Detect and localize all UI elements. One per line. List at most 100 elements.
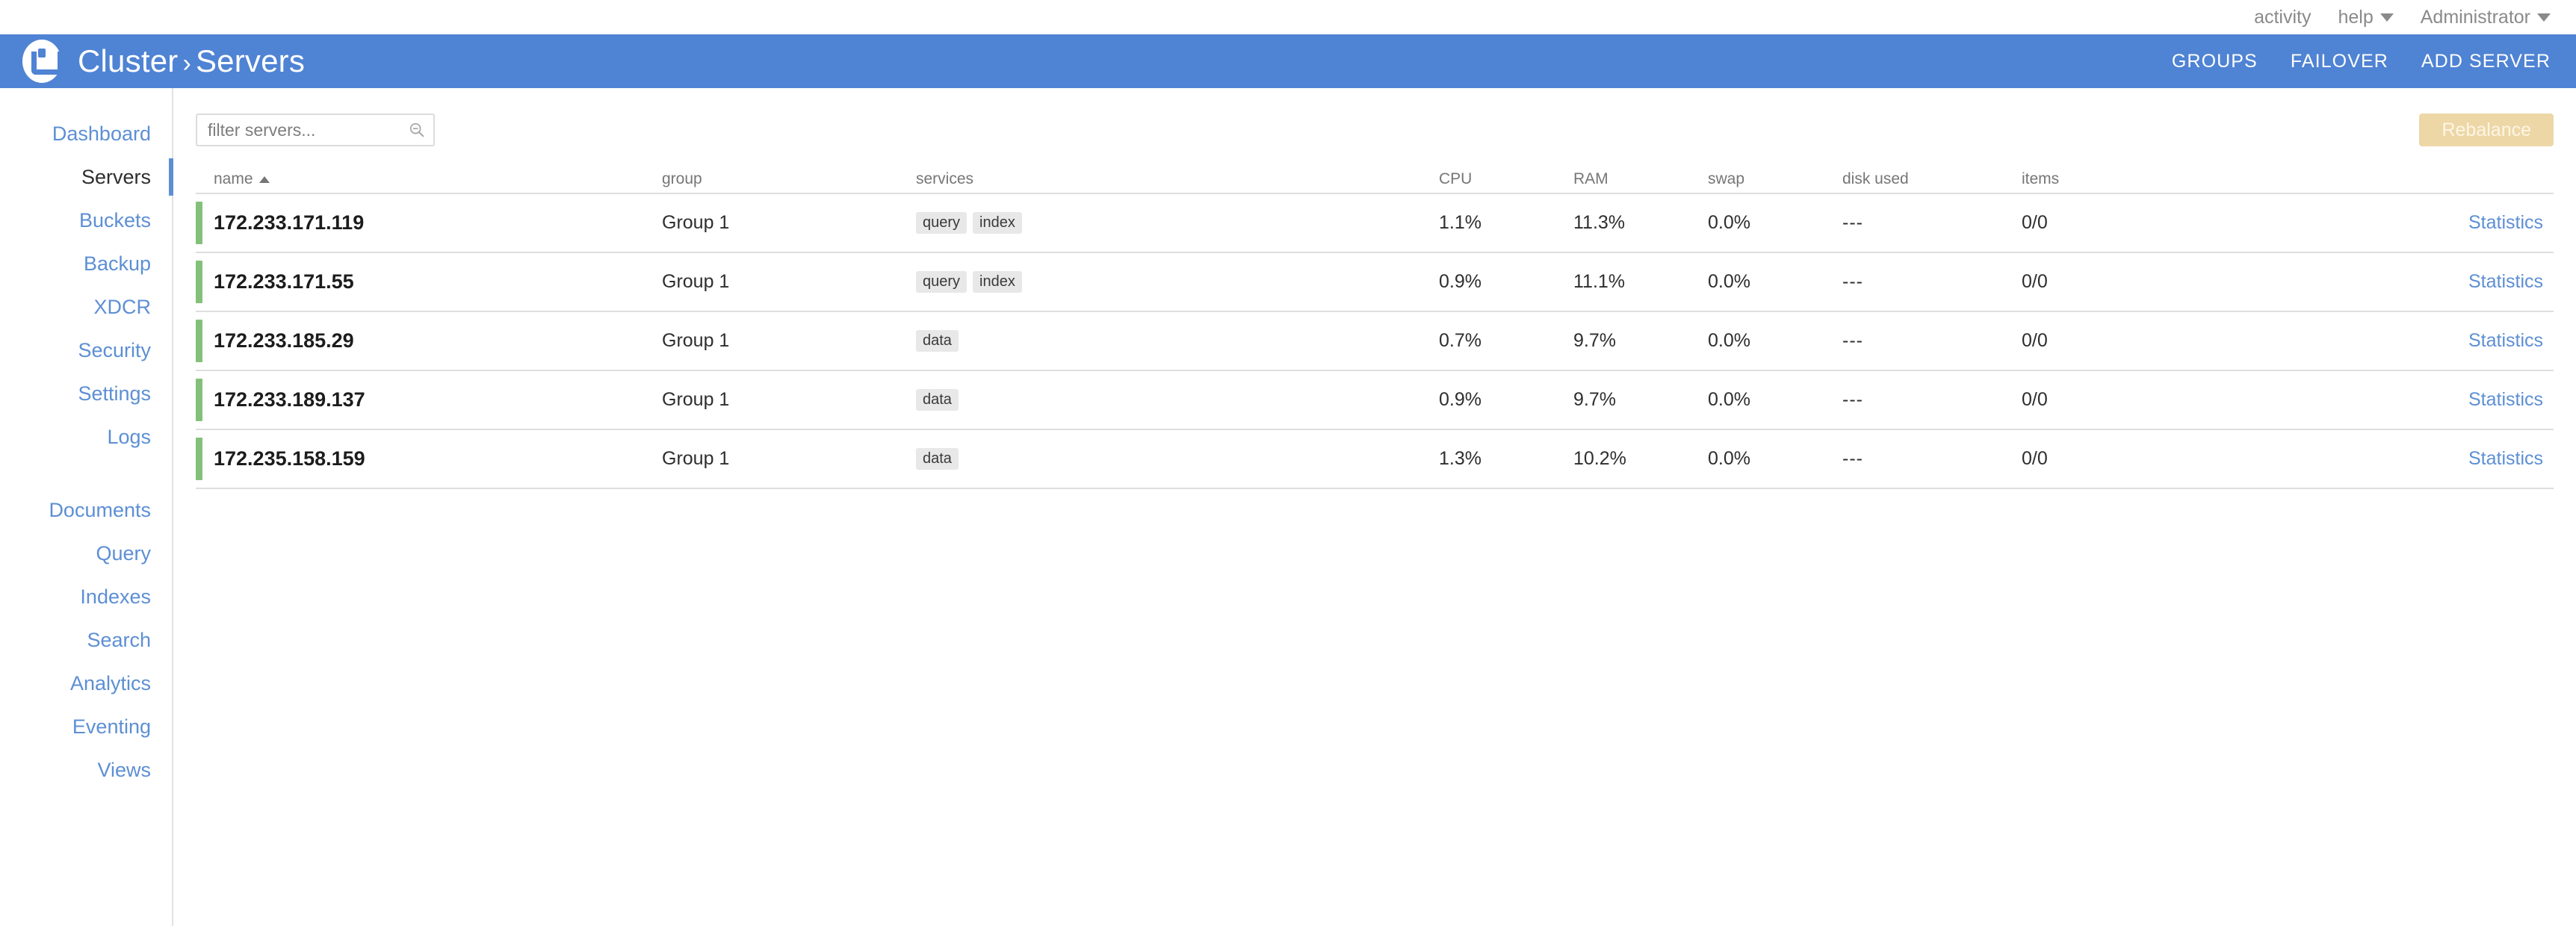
sidebar-item-query[interactable]: Query xyxy=(0,532,172,575)
statistics-link[interactable]: Statistics xyxy=(2468,389,2543,410)
table-body: 172.233.171.119Group 1queryindex1.1%11.3… xyxy=(196,194,2554,489)
table-row[interactable]: 172.233.171.119Group 1queryindex1.1%11.3… xyxy=(196,194,2554,253)
server-cpu: 0.9% xyxy=(1439,389,1573,411)
server-group: Group 1 xyxy=(662,212,916,234)
column-header-cpu[interactable]: CPU xyxy=(1439,170,1573,188)
sidebar-item-buckets[interactable]: Buckets xyxy=(0,199,172,242)
sidebar-item-servers[interactable]: Servers xyxy=(0,155,172,199)
sidebar-item-label: Search xyxy=(87,629,151,651)
sidebar-item-documents[interactable]: Documents xyxy=(0,488,172,532)
brand[interactable]: Cluster›Servers xyxy=(22,40,305,83)
utility-item-activity[interactable]: activity xyxy=(2254,8,2311,27)
server-items: 0/0 xyxy=(2022,271,2246,293)
server-disk-used: --- xyxy=(1842,448,2022,470)
server-group: Group 1 xyxy=(662,389,916,411)
server-cpu: 1.1% xyxy=(1439,212,1573,234)
breadcrumb-root[interactable]: Cluster xyxy=(78,43,178,78)
server-ram: 9.7% xyxy=(1573,389,1708,411)
utility-item-administrator[interactable]: Administrator xyxy=(2421,8,2551,27)
sidebar-item-label: Buckets xyxy=(79,209,151,232)
server-name: 172.233.185.29 xyxy=(214,329,662,352)
body: Dashboard Servers Buckets Backup XDCRSecurit… xyxy=(0,88,2576,926)
table-row[interactable]: 172.233.189.137Group 1data0.9%9.7%0.0%--… xyxy=(196,371,2554,430)
sidebar-item-settings[interactable]: Settings xyxy=(0,372,172,415)
server-disk-used: --- xyxy=(1842,330,2022,352)
sidebar-item-label: Indexes xyxy=(80,585,151,608)
table-row[interactable]: 172.233.185.29Group 1data 0.7%9.7%0.0%---… xyxy=(196,312,2554,371)
server-group: Group 1 xyxy=(662,330,916,352)
header-nav-add-server[interactable]: ADD SERVER xyxy=(2421,51,2551,72)
column-header-services[interactable]: services xyxy=(916,170,1439,188)
statistics-link[interactable]: Statistics xyxy=(2468,330,2543,351)
column-header-name-label: name xyxy=(214,170,253,187)
sidebar-item-eventing[interactable]: Eventing xyxy=(0,705,172,748)
server-swap: 0.0% xyxy=(1708,389,1842,411)
sidebar-item-search[interactable]: Search xyxy=(0,618,172,662)
utility-bar: activity help Administrator xyxy=(0,0,2576,34)
server-cpu: 0.7% xyxy=(1439,330,1573,352)
utility-item-label: activity xyxy=(2254,8,2311,27)
app-header: Cluster›Servers GROUPS FAILOVER ADD SERVER xyxy=(0,34,2576,88)
services-wrap: queryindex xyxy=(916,271,1439,293)
statistics-link[interactable]: Statistics xyxy=(2468,212,2543,233)
statistics-cell: Statistics xyxy=(2246,330,2554,352)
header-nav-failover[interactable]: FAILOVER xyxy=(2291,51,2388,72)
sort-asc-icon xyxy=(259,176,270,183)
service-badge-index: index xyxy=(973,212,1022,234)
column-header-group[interactable]: group xyxy=(662,170,916,188)
column-header-name[interactable]: name xyxy=(214,170,662,188)
service-badge-data: data xyxy=(916,448,959,470)
statistics-link[interactable]: Statistics xyxy=(2468,271,2543,292)
sidebar-item-indexes[interactable]: Indexes xyxy=(0,575,172,618)
status-badge xyxy=(196,202,202,244)
column-header-ram[interactable]: RAM xyxy=(1573,170,1708,188)
server-disk-used: --- xyxy=(1842,212,2022,234)
service-badge-data: data xyxy=(916,389,959,411)
sidebar-item-backup[interactable]: Backup xyxy=(0,242,172,285)
table-row[interactable]: 172.233.171.55Group 1queryindex0.9%11.1%… xyxy=(196,253,2554,312)
sidebar-item-security[interactable]: Security xyxy=(0,329,172,372)
sidebar-item-label: Documents xyxy=(49,499,151,521)
server-swap: 0.0% xyxy=(1708,330,1842,352)
server-swap: 0.0% xyxy=(1708,448,1842,470)
column-header-items[interactable]: items xyxy=(2022,170,2246,188)
sidebar-item-label: Backup xyxy=(84,252,151,275)
column-header-disk-used[interactable]: disk used xyxy=(1842,170,2022,188)
server-name: 172.235.158.159 xyxy=(214,447,662,470)
search-input[interactable] xyxy=(196,114,435,146)
chevron-down-icon xyxy=(2537,13,2551,22)
sidebar-item-label: Analytics xyxy=(70,672,151,694)
sidebar-item-views[interactable]: Views xyxy=(0,748,172,792)
server-ram: 9.7% xyxy=(1573,330,1708,352)
chevron-down-icon xyxy=(2380,13,2394,22)
sidebar-item-dashboard[interactable]: Dashboard xyxy=(0,112,172,155)
service-badge-data: data xyxy=(916,330,959,352)
services-wrap: data xyxy=(916,389,1439,411)
sidebar-item-label: Query xyxy=(96,542,151,565)
server-services: data xyxy=(916,389,1439,411)
breadcrumb: Cluster›Servers xyxy=(78,43,305,79)
sidebar-item-xdcr[interactable]: XDCR xyxy=(0,285,172,329)
sidebar-item-label: Servers xyxy=(81,166,151,188)
server-items: 0/0 xyxy=(2022,448,2246,470)
sidebar: Dashboard Servers Buckets Backup XDCRSecurit… xyxy=(0,88,173,926)
server-services: queryindex xyxy=(916,271,1439,293)
sidebar-item-analytics[interactable]: Analytics xyxy=(0,662,172,705)
server-name: 172.233.171.119 xyxy=(214,211,662,234)
utility-item-help[interactable]: help xyxy=(2338,8,2393,27)
sidebar-item-logs[interactable]: Logs xyxy=(0,415,172,459)
service-badge-query: query xyxy=(916,212,967,234)
server-group: Group 1 xyxy=(662,448,916,470)
server-items: 0/0 xyxy=(2022,212,2246,234)
service-badge-query: query xyxy=(916,271,967,293)
statistics-link[interactable]: Statistics xyxy=(2468,448,2543,469)
server-name: 172.233.189.137 xyxy=(214,388,662,411)
statistics-cell: Statistics xyxy=(2246,448,2554,470)
rebalance-button[interactable]: Rebalance xyxy=(2419,114,2554,146)
server-disk-used: --- xyxy=(1842,271,2022,293)
sidebar-item-label: Dashboard xyxy=(52,122,151,145)
header-nav-groups[interactable]: GROUPS xyxy=(2172,51,2258,72)
column-header-swap[interactable]: swap xyxy=(1708,170,1842,188)
status-badge xyxy=(196,261,202,303)
table-row[interactable]: 172.235.158.159Group 1data1.3%10.2%0.0%-… xyxy=(196,430,2554,489)
